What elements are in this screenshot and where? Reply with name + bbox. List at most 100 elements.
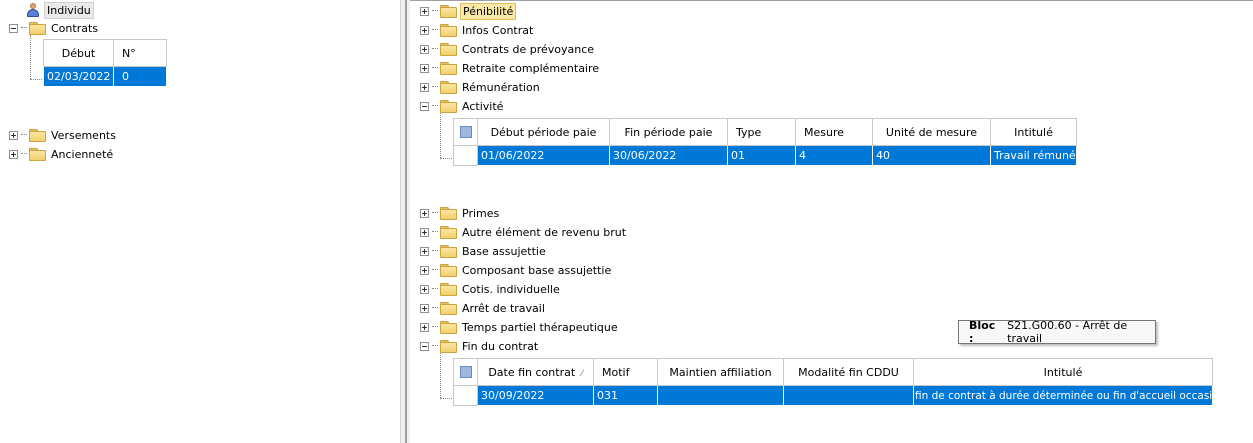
table-cell[interactable]: 031 [593, 385, 658, 406]
tree-node-label: Rémunération [462, 80, 540, 94]
tree-node-label: Temps partiel thérapeutique [462, 320, 618, 334]
collapse-icon[interactable] [420, 101, 429, 111]
tree-node-fin-contrat[interactable]: Fin du contrat [420, 337, 540, 355]
folder-icon [440, 43, 457, 56]
table-cell[interactable]: 0 [113, 66, 167, 87]
expand-icon[interactable] [420, 25, 429, 35]
folder-icon [440, 5, 457, 18]
expand-icon[interactable] [420, 82, 429, 92]
table-row[interactable]: 02/03/2022 0 [43, 66, 167, 87]
select-all-box[interactable] [453, 118, 478, 146]
tree-node-label: Pénibilité [460, 2, 517, 20]
tree-node-composant-base[interactable]: Composant base assujettie [420, 261, 613, 279]
folder-icon [29, 22, 46, 35]
table-cell[interactable]: 01 [727, 145, 796, 166]
column-header[interactable]: Mesure [795, 118, 873, 146]
collapse-icon[interactable] [420, 341, 429, 351]
tree-node-retraite[interactable]: Retraite complémentaire [420, 59, 601, 77]
expand-icon[interactable] [420, 303, 429, 313]
folder-icon [440, 62, 457, 75]
table-cell[interactable] [783, 385, 914, 406]
tree-node-label: Retraite complémentaire [462, 61, 600, 75]
tree-node-arret-travail[interactable]: Arrêt de travail [420, 299, 547, 317]
tree-node-individu[interactable]: Individu [26, 1, 94, 19]
table-cell[interactable]: fin de contrat à durée déterminée ou fin… [913, 385, 1213, 406]
tree-node-label: Cotis. individuelle [462, 282, 560, 296]
column-header[interactable]: Intitulé [913, 358, 1213, 386]
column-header[interactable]: Modalité fin CDDU [783, 358, 914, 386]
tooltip: Bloc : S21.G00.60 - Arrêt de travail [958, 319, 1156, 345]
tree-node-contrats[interactable]: Contrats [9, 19, 100, 37]
table-cell[interactable]: 4 [795, 145, 873, 166]
expand-icon[interactable] [420, 227, 429, 237]
folder-icon [440, 207, 457, 220]
sort-icon: ⁄ [581, 368, 583, 379]
tree-node-versements[interactable]: Versements [9, 126, 118, 144]
table-cell[interactable] [657, 385, 784, 406]
tree-node-label: Infos Contrat [462, 23, 534, 37]
table-cell[interactable]: 02/03/2022 [43, 66, 114, 87]
tree-node-remuneration[interactable]: Rémunération [420, 78, 542, 96]
expand-icon[interactable] [9, 130, 18, 140]
table-cell[interactable]: 40 [872, 145, 991, 166]
tree-node-anciennete[interactable]: Ancienneté [9, 145, 115, 163]
folder-icon [440, 245, 457, 258]
column-header[interactable]: Type [727, 118, 796, 146]
column-header[interactable]: Fin période paie [609, 118, 728, 146]
column-header[interactable]: Date fin contrat ⁄ [477, 358, 594, 386]
tree-node-label: Primes [462, 206, 500, 220]
tree-node-label: Activité [462, 99, 504, 113]
tree-node-base-assujettie[interactable]: Base assujettie [420, 242, 548, 260]
tree-node-activite[interactable]: Activité [420, 97, 505, 115]
expand-icon[interactable] [420, 284, 429, 294]
tree-node-label: Individu [44, 1, 94, 19]
column-header[interactable]: Maintien affiliation [657, 358, 784, 386]
expand-icon[interactable] [420, 44, 429, 54]
expand-icon[interactable] [9, 149, 18, 159]
expand-icon[interactable] [420, 246, 429, 256]
table-row[interactable]: 01/06/2022 30/06/2022 01 4 40 Travail ré… [453, 145, 1077, 166]
folder-icon [440, 340, 457, 353]
tree-node-label: Composant base assujettie [462, 263, 612, 277]
tree-node-infos-contrat[interactable]: Infos Contrat [420, 21, 535, 39]
folder-icon [440, 283, 457, 296]
tree-node-contrats-prevoyance[interactable]: Contrats de prévoyance [420, 40, 596, 58]
table-row[interactable]: 30/09/2022 031 fin de contrat à durée dé… [453, 385, 1213, 406]
tree-node-penibilite[interactable]: Pénibilité [420, 2, 517, 20]
row-selector-cell[interactable] [453, 145, 478, 166]
tree-node-autre-element[interactable]: Autre élément de revenu brut [420, 223, 628, 241]
tree-node-label: Base assujettie [462, 244, 546, 258]
column-header[interactable]: Unité de mesure [872, 118, 991, 146]
activite-table: Début période paie Fin période paie Type… [453, 118, 1077, 166]
expand-icon[interactable] [420, 208, 429, 218]
expand-icon[interactable] [420, 322, 429, 332]
column-header-debut[interactable]: Début [43, 39, 114, 67]
select-all-box[interactable] [453, 358, 478, 386]
tooltip-text: S21.G00.60 - Arrêt de travail [1007, 319, 1128, 345]
column-header[interactable]: Début période paie [477, 118, 610, 146]
left-tree-pane: Individu Contrats Début N° 02/03/2022 0 … [0, 0, 400, 443]
expand-icon[interactable] [420, 6, 429, 16]
fin-contrat-table: Date fin contrat ⁄ Motif Maintien affilia… [453, 358, 1213, 406]
table-cell[interactable]: 01/06/2022 [477, 145, 610, 166]
column-header-numero[interactable]: N° [113, 39, 167, 67]
table-cell[interactable]: 30/09/2022 [477, 385, 594, 406]
tree-node-cotis[interactable]: Cotis. individuelle [420, 280, 562, 298]
folder-icon [440, 264, 457, 277]
tree-node-temps-partiel[interactable]: Temps partiel thérapeutique [420, 318, 620, 336]
folder-icon [440, 226, 457, 239]
table-cell[interactable]: 30/06/2022 [609, 145, 728, 166]
row-selector-icon [459, 126, 472, 138]
expand-icon[interactable] [420, 265, 429, 275]
pane-splitter[interactable] [400, 0, 410, 443]
collapse-icon[interactable] [9, 23, 18, 33]
expand-icon[interactable] [420, 63, 429, 73]
column-header[interactable]: Intitulé [990, 118, 1077, 146]
folder-icon [29, 148, 46, 161]
column-header[interactable]: Motif [593, 358, 658, 386]
table-cell[interactable]: Travail rémunéré [990, 145, 1077, 166]
row-selector-cell[interactable] [453, 385, 478, 406]
tree-node-label: Contrats de prévoyance [462, 42, 595, 56]
tree-node-primes[interactable]: Primes [420, 204, 501, 222]
folder-icon [29, 129, 46, 142]
